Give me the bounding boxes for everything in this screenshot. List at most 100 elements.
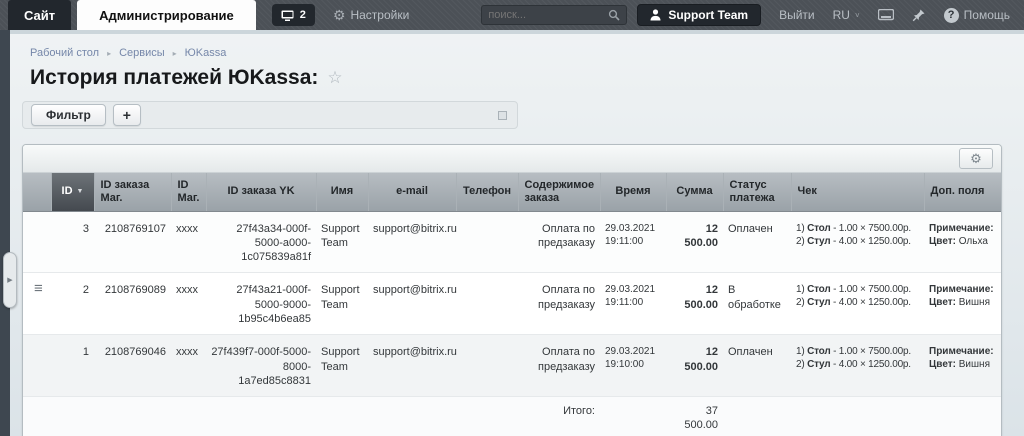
filter-button[interactable]: Фильтр xyxy=(31,104,106,126)
column-name[interactable]: Имя xyxy=(316,173,368,211)
filter-panel: Фильтр + xyxy=(22,101,518,129)
cell-id: 1 xyxy=(51,335,94,397)
grid-settings-button[interactable]: ⚙ xyxy=(959,148,993,169)
search-input[interactable] xyxy=(488,9,608,21)
payments-table: ID▼ ID заказа Маг. ID Маг. ID заказа YK … xyxy=(23,173,1001,436)
expand-arrow-icon: ▶ xyxy=(7,276,12,284)
tab-site[interactable]: Сайт xyxy=(8,0,71,30)
cell-email: support@bitrix.ru xyxy=(368,335,456,397)
cell-yk-id: 27f439f7-000f-5000-8000-1a7ed85c8831 xyxy=(206,335,316,397)
logout-link[interactable]: Выйти xyxy=(779,8,815,22)
cell-name: Support Team xyxy=(316,273,368,335)
total-label: Итого: xyxy=(518,397,600,436)
column-phone[interactable]: Телефон xyxy=(456,173,518,211)
cell-email: support@bitrix.ru xyxy=(368,273,456,335)
table-row[interactable]: 3 2108769107 xxxx 27f43a34-000f-5000-a00… xyxy=(23,211,1001,273)
cell-receipt: 1) Стол - 1.00 × 7500.00р. 2) Стул - 4.0… xyxy=(791,211,924,273)
column-menu xyxy=(23,173,51,211)
grid-toolbar: ⚙ xyxy=(23,145,1001,173)
table-row[interactable]: ≡ 2 2108769089 xxxx 27f43a21-000f-5000-9… xyxy=(23,273,1001,335)
user-button[interactable]: Support Team xyxy=(637,4,761,26)
cell-sum: 12 500.00 xyxy=(666,273,723,335)
sidebar-collapse-rail: ▶ xyxy=(0,30,10,436)
cell-time: 29.03.2021 19:11:00 xyxy=(600,211,666,273)
gear-icon: ⚙ xyxy=(333,7,346,24)
cell-yk-id: 27f43a21-000f-5000-9000-1b95c4b6ea85 xyxy=(206,273,316,335)
column-yk-id[interactable]: ID заказа YK xyxy=(206,173,316,211)
sidebar-expand-handle[interactable]: ▶ xyxy=(3,252,17,308)
column-content[interactable]: Содержимое заказа xyxy=(518,173,600,211)
cell-id: 2 xyxy=(51,273,94,335)
cell-order-id: 2108769107 xyxy=(94,211,171,273)
help-button[interactable]: ? Помощь xyxy=(944,8,1010,23)
cell-receipt: 1) Стол - 1.00 × 7500.00р. 2) Стул - 4.0… xyxy=(791,273,924,335)
collapse-panel-icon[interactable] xyxy=(498,111,507,120)
cell-status: Оплачен xyxy=(723,335,791,397)
cell-phone xyxy=(456,211,518,273)
cell-content: Оплата по предзаказу xyxy=(518,211,600,273)
breadcrumb-services[interactable]: Сервисы xyxy=(119,47,165,59)
cell-shop-id: xxxx xyxy=(171,273,206,335)
search-icon[interactable] xyxy=(608,9,620,21)
page-title: История платежей ЮKassa: ☆ xyxy=(22,59,1002,90)
totals-row: Итого: 37 500.00 xyxy=(23,397,1001,436)
cell-status: Оплачен xyxy=(723,211,791,273)
cell-sum: 12 500.00 xyxy=(666,211,723,273)
cell-order-id: 2108769046 xyxy=(94,335,171,397)
search-box[interactable] xyxy=(481,5,627,25)
column-sum[interactable]: Сумма xyxy=(666,173,723,211)
cell-extra: Примечание: Цвет: Вишня xyxy=(924,335,1001,397)
row-menu-cell xyxy=(23,335,51,397)
column-email[interactable]: e-mail xyxy=(368,173,456,211)
notification-count: 2 xyxy=(300,9,306,21)
cell-content: Оплата по предзаказу xyxy=(518,273,600,335)
user-icon xyxy=(650,9,661,21)
language-dropdown[interactable]: RU ˅ xyxy=(833,8,860,22)
table-header-row: ID▼ ID заказа Маг. ID Маг. ID заказа YK … xyxy=(23,173,1001,211)
cell-name: Support Team xyxy=(316,335,368,397)
row-menu-cell xyxy=(23,211,51,273)
cell-content: Оплата по предзаказу xyxy=(518,335,600,397)
breadcrumb-yookassa[interactable]: ЮKassa xyxy=(185,47,227,59)
cell-status: В обработке xyxy=(723,273,791,335)
cell-phone xyxy=(456,335,518,397)
settings-button[interactable]: ⚙ Настройки xyxy=(333,7,409,24)
cell-sum: 12 500.00 xyxy=(666,335,723,397)
add-filter-button[interactable]: + xyxy=(113,104,141,126)
gear-icon: ⚙ xyxy=(970,151,982,167)
column-receipt[interactable]: Чек xyxy=(791,173,924,211)
cell-shop-id: xxxx xyxy=(171,211,206,273)
cell-email: support@bitrix.ru xyxy=(368,211,456,273)
chevron-down-icon: ˅ xyxy=(855,11,860,20)
column-extra[interactable]: Доп. поля xyxy=(924,173,1001,211)
notifications-badge[interactable]: 2 xyxy=(272,4,315,26)
column-time[interactable]: Время xyxy=(600,173,666,211)
sort-desc-icon: ▼ xyxy=(77,188,84,195)
cell-phone xyxy=(456,273,518,335)
breadcrumb-separator-icon: ▸ xyxy=(107,49,111,58)
breadcrumb-desktop[interactable]: Рабочий стол xyxy=(30,47,99,59)
desktop-mode-icon[interactable] xyxy=(878,9,894,22)
favorite-star-icon[interactable]: ☆ xyxy=(327,68,342,88)
cell-id: 3 xyxy=(51,211,94,273)
column-id[interactable]: ID▼ xyxy=(51,173,94,211)
column-order-id[interactable]: ID заказа Маг. xyxy=(94,173,171,211)
row-menu-cell: ≡ xyxy=(23,273,51,335)
column-shop-id[interactable]: ID Маг. xyxy=(171,173,206,211)
tab-admin[interactable]: Администрирование xyxy=(77,0,256,30)
cell-name: Support Team xyxy=(316,211,368,273)
breadcrumb-separator-icon: ▸ xyxy=(173,49,177,58)
pin-icon[interactable] xyxy=(912,8,926,22)
cell-shop-id: xxxx xyxy=(171,335,206,397)
table-row[interactable]: 1 2108769046 xxxx 27f439f7-000f-5000-800… xyxy=(23,335,1001,397)
cell-yk-id: 27f43a34-000f-5000-a000-1c075839a81f xyxy=(206,211,316,273)
cell-extra: Примечание: Цвет: Вишня xyxy=(924,273,1001,335)
question-icon: ? xyxy=(944,8,959,23)
payments-grid: ⚙ ID▼ ID заказа Маг. ID Маг. ID заказа Y… xyxy=(22,144,1002,436)
row-actions-menu-icon[interactable]: ≡ xyxy=(28,284,43,294)
cell-time: 29.03.2021 19:11:00 xyxy=(600,273,666,335)
breadcrumb: Рабочий стол ▸ Сервисы ▸ ЮKassa xyxy=(22,34,1002,59)
cell-time: 29.03.2021 19:10:00 xyxy=(600,335,666,397)
top-bar: Сайт Администрирование 2 ⚙ Настройки Sup… xyxy=(0,0,1024,30)
column-status[interactable]: Статус платежа xyxy=(723,173,791,211)
